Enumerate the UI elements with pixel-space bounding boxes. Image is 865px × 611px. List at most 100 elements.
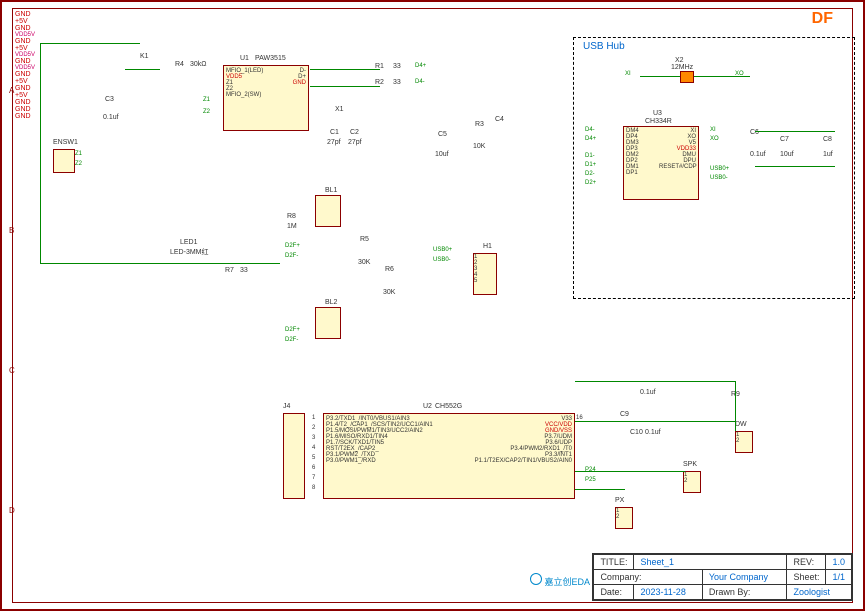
r4-val: 30kΩ [190, 61, 207, 68]
u3-sig: D2+ [585, 180, 596, 186]
u3-ref: U3 [653, 110, 662, 117]
u3-sig: D1+ [585, 162, 596, 168]
ensw1-ref: ENSW1 [53, 139, 78, 146]
v5-u3: +5V [15, 18, 850, 25]
c9-ref: C9 [620, 411, 629, 418]
u2-num: 6 [312, 465, 315, 471]
spk-pin: 2 [684, 478, 700, 484]
wire [310, 86, 380, 87]
c8-ref: C8 [823, 136, 832, 143]
bl2-body [315, 307, 341, 339]
wire [735, 381, 736, 431]
x2-val: 12MHz [671, 64, 693, 71]
wire [755, 131, 835, 132]
dw-pin: 2 [736, 438, 752, 444]
u2-body: P3.2/TXD1_/INT0/VBUS1/AIN3 P1.4/T2_/CAP1… [323, 413, 575, 499]
u3-sig: USB0+ [710, 166, 729, 172]
c5-ref: C5 [438, 131, 447, 138]
dw-ref: DW [735, 421, 747, 428]
j4-ref: J4 [283, 403, 290, 410]
cloud-icon [530, 573, 542, 585]
title-block: TITLE: Sheet_1 REV: 1.0 Company: Your Co… [592, 553, 853, 601]
px-pin: 2 [616, 514, 632, 520]
z2-sig2: Z2 [203, 109, 210, 115]
eda-brand: 嘉立创EDA [530, 573, 590, 588]
title-lbl: TITLE: [594, 555, 634, 570]
wire [575, 489, 625, 490]
c7-val: 10uf [780, 151, 794, 158]
drawn-val: Zoologist [787, 585, 852, 600]
u2-ref: U2 [423, 403, 432, 410]
u3-sig: D4+ [585, 136, 596, 142]
r1-val: 33 [393, 63, 401, 70]
r6-ref: R6 [385, 266, 394, 273]
c7-ref: C7 [780, 136, 789, 143]
wire [575, 421, 735, 422]
usb0p-h1: USB0+ [433, 247, 452, 253]
r8-val: 1M [287, 223, 297, 230]
company-val: Your Company [702, 570, 787, 585]
sheet-val: 1/1 [826, 570, 852, 585]
dw-body: 1 2 [735, 431, 753, 453]
c1-val: 27pf [327, 139, 341, 146]
d2fp-sig: D2F+ [285, 243, 300, 249]
date-val: 2023-11-28 [634, 585, 702, 600]
bl1-ref: BL1 [325, 187, 337, 194]
row-b: B [9, 226, 14, 235]
u3-body: DM4 DP4 DM3 DP3 DM2 DP2 DM1 DP1 XI XO V5… [623, 126, 699, 200]
h1-pin: 5 [474, 278, 496, 284]
bl1-body [315, 195, 341, 227]
u3-sig: XI [710, 127, 716, 133]
p24-sig: P24 [585, 467, 596, 473]
r3-ref: R3 [475, 121, 484, 128]
u2-pin: P1.1/T2EX/CAP2/TIN1/VBUS2/AIN0 [463, 458, 572, 464]
r6-val: 30K [383, 289, 395, 296]
led1-val: LED-3MM红 [170, 247, 209, 257]
u1-val: PAW3515 [255, 55, 286, 62]
u3-sig: USB0- [710, 175, 728, 181]
wire [310, 69, 380, 70]
u2-num: 1 [312, 415, 315, 421]
wire [640, 76, 750, 77]
sheet-border: A B C D USB Hub X2 12MHz XI XO U3 CH334R… [12, 8, 853, 603]
u2-num: 3 [312, 435, 315, 441]
u2-val: CH552G [435, 403, 462, 410]
bl2-ref: BL2 [325, 299, 337, 306]
title-val: Sheet_1 [634, 555, 787, 570]
company-lbl: Company: [594, 570, 702, 585]
u3-pin: RESET#/CDP [659, 164, 696, 170]
c3-val: 0.1uf [103, 114, 119, 121]
r8-ref: R8 [287, 213, 296, 220]
c2-ref: C2 [350, 129, 359, 136]
z1-sig: Z1 [75, 151, 82, 157]
usb0m-h1: USB0- [433, 257, 451, 263]
sheet-lbl: Sheet: [787, 570, 826, 585]
px-body: 1 2 [615, 507, 633, 529]
r4-ref: R4 [175, 61, 184, 68]
d4p-sig: D4+ [415, 63, 426, 69]
c6-val: 0.1uf [750, 151, 766, 158]
wire [575, 381, 735, 382]
led1-ref: LED1 [180, 239, 198, 246]
d2fp-sig2: D2F+ [285, 327, 300, 333]
drawn-lbl: Drawn By: [702, 585, 787, 600]
u1-pin: MFIO_2(SW) [226, 92, 272, 98]
u1-ref: U1 [240, 55, 249, 62]
r2-val: 33 [393, 79, 401, 86]
rev-val: 1.0 [826, 555, 852, 570]
h1-ref: H1 [483, 243, 492, 250]
gnd-lbl: GND [15, 25, 850, 32]
wire [755, 166, 835, 167]
p25-sig: P25 [585, 477, 596, 483]
z1-sig2: Z1 [203, 97, 210, 103]
u2-num: 4 [312, 445, 315, 451]
r5-ref: R5 [360, 236, 369, 243]
c10-ref: C10 [630, 429, 643, 436]
u1-pin: GND [276, 80, 306, 86]
u2-pin: P3.0/PWM1_/RXD [326, 458, 459, 464]
c3-ref: C3 [105, 96, 114, 103]
u2-num: 8 [312, 485, 315, 491]
d2fm-sig2: D2F- [285, 337, 298, 343]
c9-val: 0.1uf [640, 389, 656, 396]
c1-ref: C1 [330, 129, 339, 136]
